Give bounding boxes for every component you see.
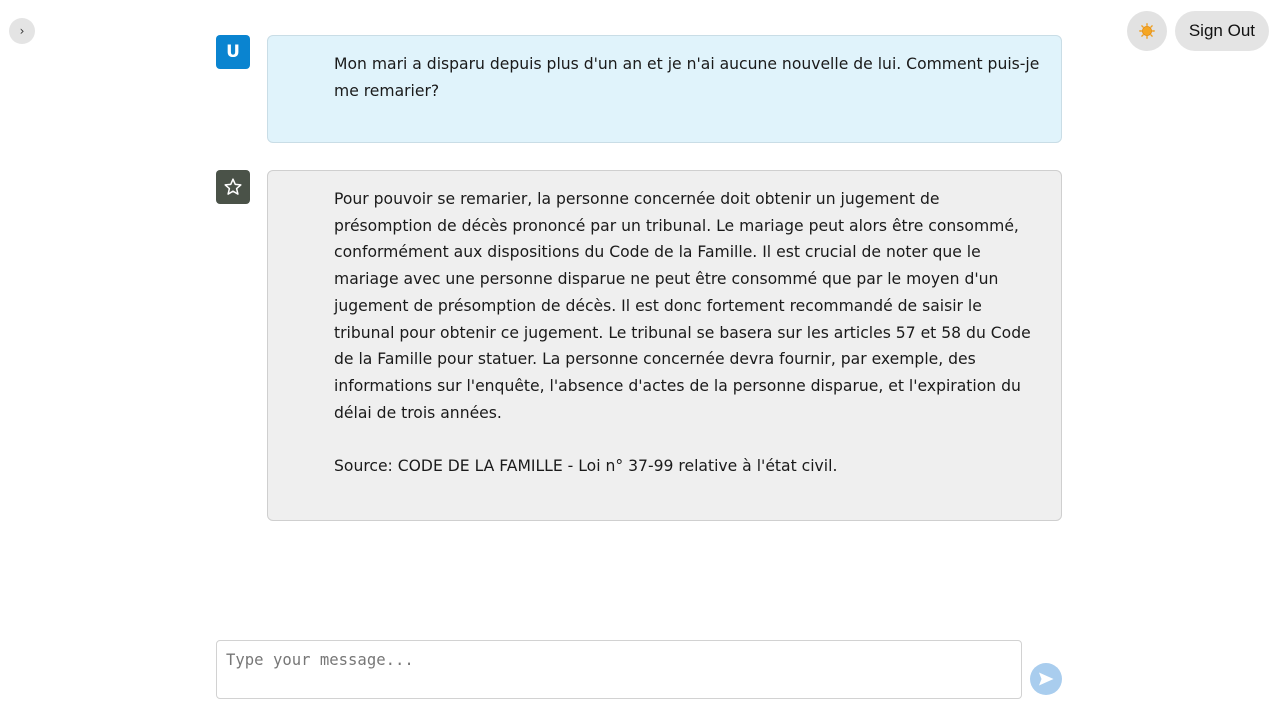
message-input[interactable] — [216, 640, 1022, 699]
assistant-message-bubble: Pour pouvoir se remarier, la personne co… — [267, 170, 1062, 521]
send-icon — [1039, 672, 1054, 685]
send-button[interactable] — [1030, 662, 1062, 695]
message-text: Mon mari a disparu depuis plus d'un an e… — [334, 55, 1040, 100]
star-icon — [224, 178, 242, 195]
theme-toggle-button[interactable] — [1126, 11, 1167, 51]
user-message-bubble: Mon mari a disparu depuis plus d'un an e… — [267, 35, 1062, 143]
message-source: Source: CODE DE LA FAMILLE - Loi n° 37-9… — [334, 457, 838, 476]
assistant-avatar — [216, 170, 250, 204]
sidebar-toggle-button[interactable]: › — [9, 18, 35, 44]
assistant-message: Pour pouvoir se remarier, la personne co… — [216, 170, 1062, 521]
chat-thread: U Mon mari a disparu depuis plus d'un an… — [216, 35, 1062, 548]
header-actions: Sign Out — [1126, 11, 1269, 51]
user-avatar-label: U — [226, 42, 240, 62]
user-avatar: U — [216, 35, 250, 69]
sign-out-button[interactable]: Sign Out — [1174, 11, 1269, 51]
sun-icon — [1138, 23, 1155, 39]
message-text: Pour pouvoir se remarier, la personne co… — [334, 190, 1031, 422]
message-composer — [216, 640, 1062, 699]
chevron-right-icon: › — [19, 24, 25, 38]
user-message: U Mon mari a disparu depuis plus d'un an… — [216, 35, 1062, 143]
